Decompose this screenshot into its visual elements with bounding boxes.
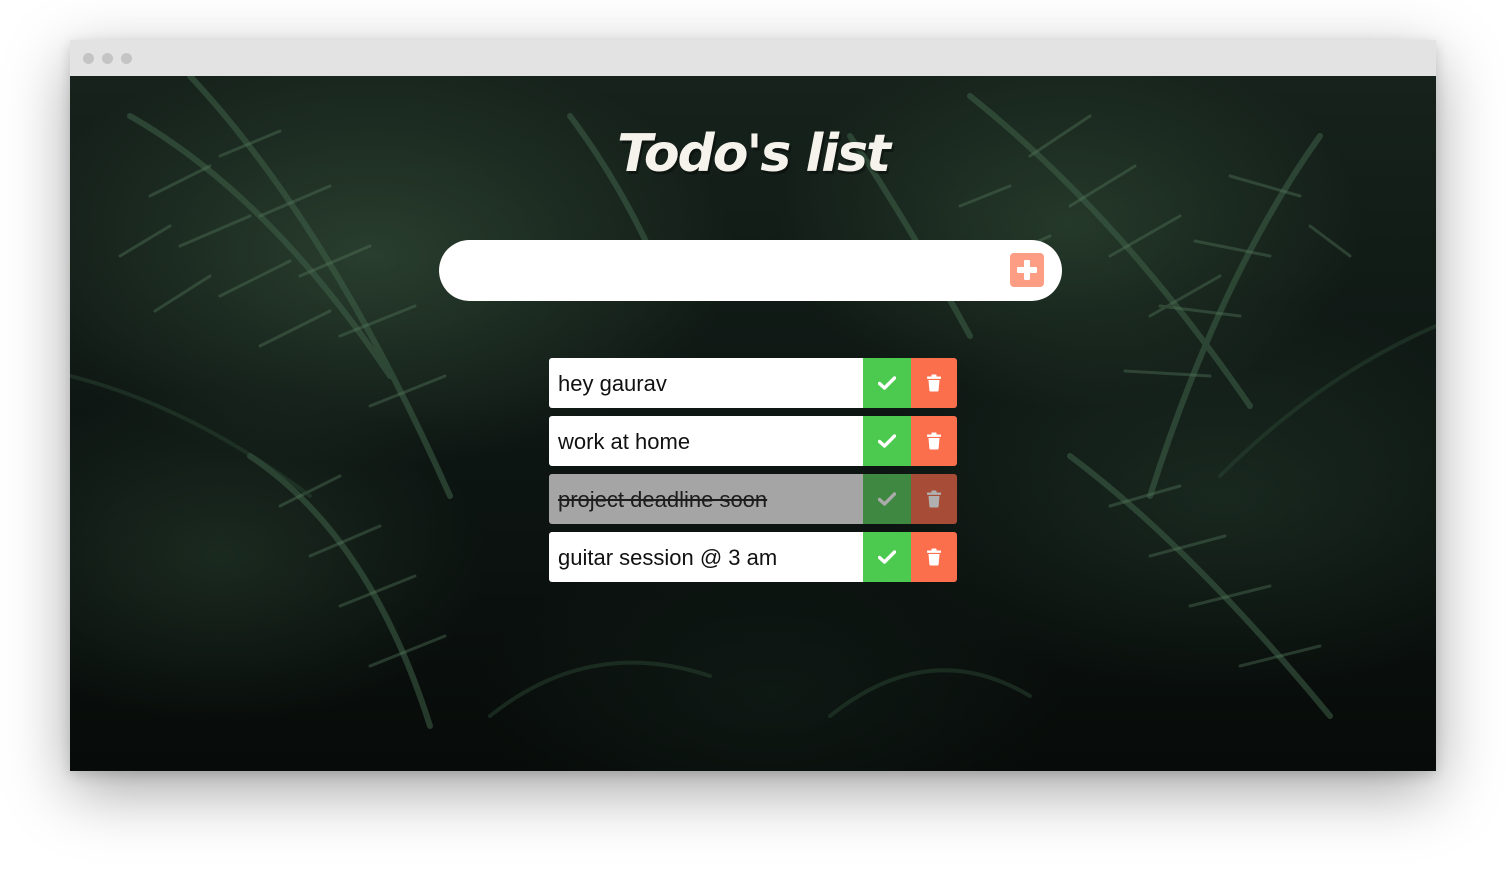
trash-icon (927, 432, 941, 450)
todo-item: guitar session @ 3 am (549, 532, 957, 582)
todo-text: project deadline soon (549, 474, 863, 524)
check-icon (878, 550, 896, 564)
todo-text: guitar session @ 3 am (549, 532, 863, 582)
delete-button[interactable] (911, 532, 957, 582)
page-title: Todo's list (617, 124, 891, 184)
todo-list: hey gaurav work at home project deadline… (549, 358, 957, 590)
complete-button[interactable] (863, 416, 911, 466)
check-icon (878, 492, 896, 506)
complete-button[interactable] (863, 532, 911, 582)
todo-item-completed: project deadline soon (549, 474, 957, 524)
todo-text: hey gaurav (549, 358, 863, 408)
todo-text: work at home (549, 416, 863, 466)
trash-icon (927, 548, 941, 566)
browser-window: Todo's list hey gaurav work at home proj… (70, 40, 1436, 771)
todo-item: hey gaurav (549, 358, 957, 408)
complete-button[interactable] (863, 474, 911, 524)
trash-icon (927, 490, 941, 508)
check-icon (878, 376, 896, 390)
window-dot-close[interactable] (83, 53, 94, 64)
page-viewport: Todo's list hey gaurav work at home proj… (70, 76, 1436, 771)
add-todo-button[interactable] (1010, 253, 1044, 287)
todo-item: work at home (549, 416, 957, 466)
delete-button[interactable] (911, 358, 957, 408)
delete-button[interactable] (911, 474, 957, 524)
window-dot-maximize[interactable] (121, 53, 132, 64)
complete-button[interactable] (863, 358, 911, 408)
trash-icon (927, 374, 941, 392)
add-todo-form (439, 240, 1062, 301)
window-dot-minimize[interactable] (102, 53, 113, 64)
check-icon (878, 434, 896, 448)
window-titlebar (70, 40, 1436, 76)
todo-input[interactable] (467, 250, 991, 292)
delete-button[interactable] (911, 416, 957, 466)
